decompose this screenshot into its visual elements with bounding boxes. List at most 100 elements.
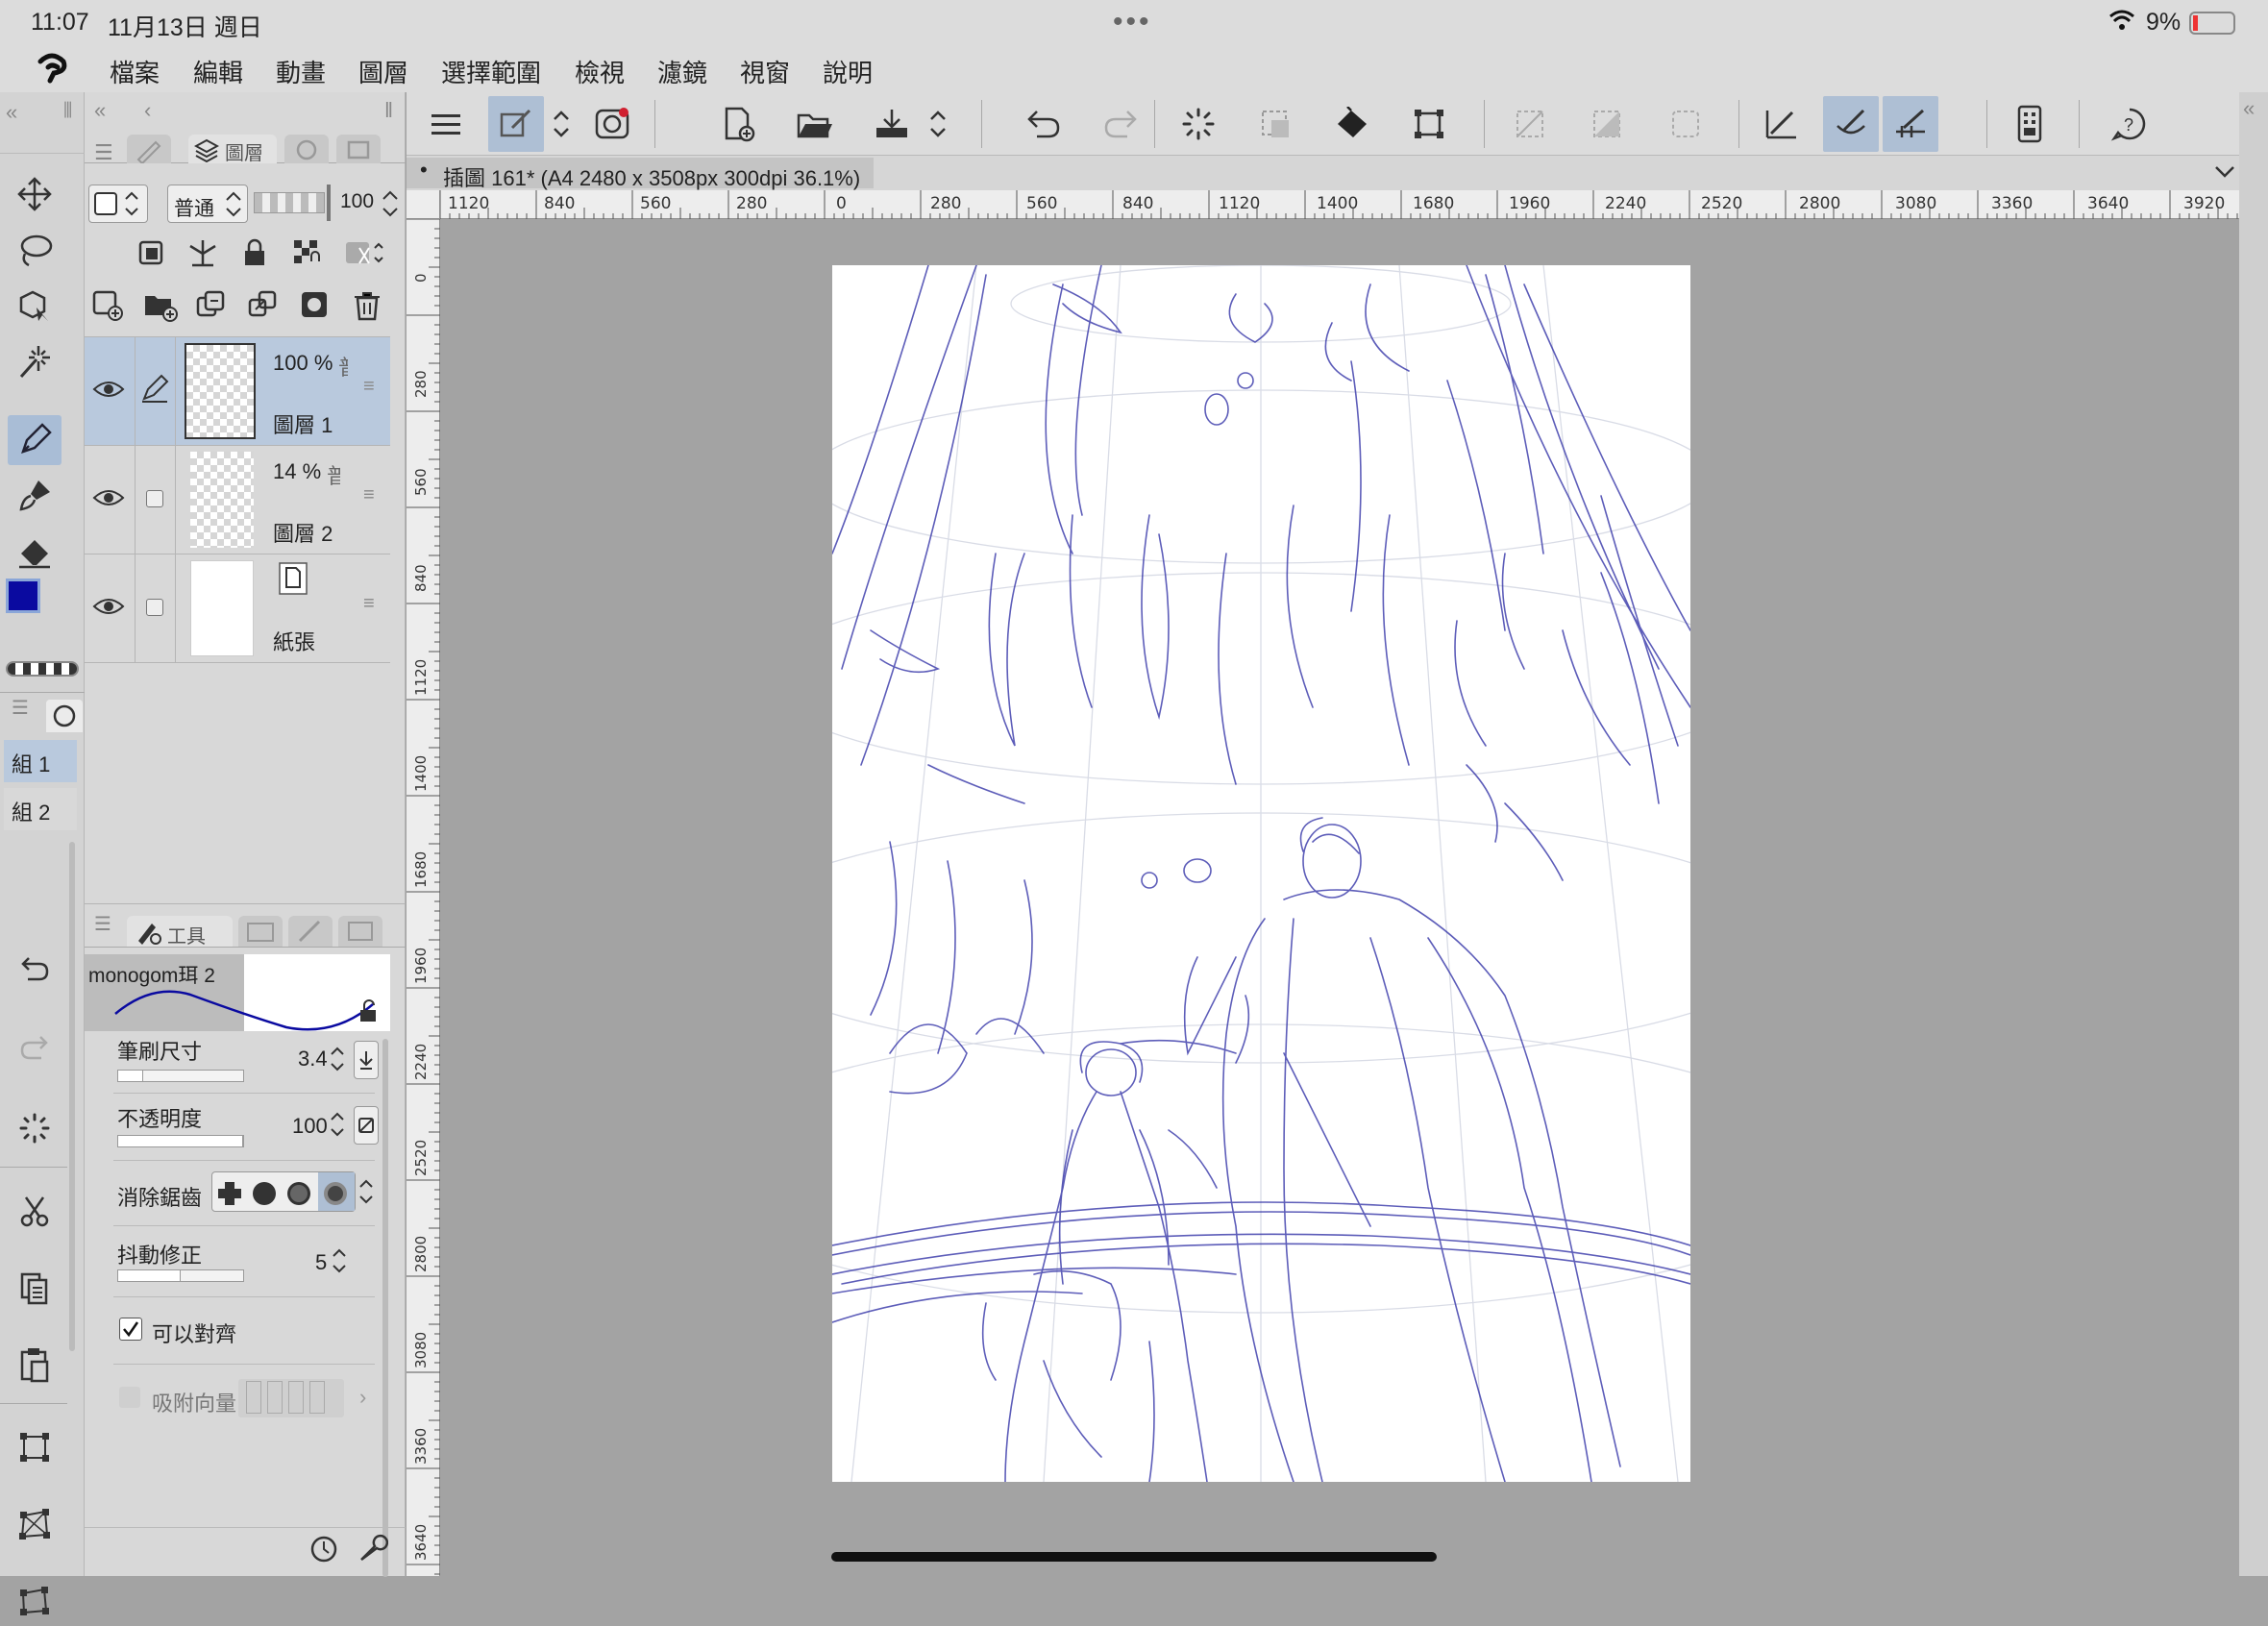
layer-mask-icon[interactable] [298, 288, 333, 323]
main-color-swatch[interactable] [6, 579, 40, 613]
menu-help[interactable]: 說明 [823, 54, 873, 89]
layer-property-tab[interactable] [127, 135, 171, 163]
multitask-dots-icon[interactable]: ••• [1113, 6, 1152, 38]
blend-mode-select[interactable]: 普通 [167, 185, 248, 223]
help-icon[interactable]: ? [2102, 96, 2157, 152]
group-item-1[interactable]: 組 1 [4, 740, 77, 782]
expand-selection-icon[interactable] [1658, 96, 1713, 152]
navigator-tab[interactable] [46, 700, 83, 732]
fill-icon[interactable] [1324, 96, 1380, 152]
lock-transparent-icon[interactable] [290, 236, 323, 269]
layer-row[interactable]: 14 % 普 圖層 2 ≡ [85, 446, 390, 554]
expand-right-icon[interactable]: « [2243, 96, 2255, 121]
edit-target-checkbox[interactable] [146, 490, 163, 507]
panel-grip-right-icon[interactable]: ‖ [384, 98, 393, 123]
clear-selection-icon[interactable] [1247, 96, 1303, 152]
lasso-icon[interactable] [8, 225, 62, 275]
properties-scrollbar[interactable] [382, 1039, 388, 1577]
menu-animation[interactable]: 動畫 [276, 54, 326, 89]
history-tab[interactable] [284, 135, 329, 163]
unlock-icon[interactable] [357, 998, 379, 1023]
tool-panel-menu-icon[interactable]: ☰ [94, 912, 111, 936]
new-raster-layer-icon[interactable] [90, 288, 125, 323]
eraser-icon[interactable] [8, 527, 62, 577]
home-indicator[interactable] [831, 1552, 1437, 1562]
menu-file[interactable]: 檔案 [110, 54, 160, 89]
layer-row[interactable]: 紙張 ≡ [85, 554, 390, 663]
antialias-medium-icon[interactable] [285, 1180, 312, 1207]
edge-keyboard-icon[interactable] [2002, 96, 2058, 152]
group-item-2[interactable]: 組 2 [4, 788, 77, 830]
reset-tool-icon[interactable] [308, 1533, 340, 1565]
save-options-chevron-icon[interactable] [924, 96, 952, 152]
edit-target-checkbox[interactable] [146, 599, 163, 616]
companion-mode-icon[interactable] [584, 96, 640, 152]
stabilization-slider[interactable] [117, 1269, 244, 1282]
cut-icon[interactable] [8, 1186, 62, 1236]
delete-layer-icon[interactable] [350, 288, 384, 323]
brush-size-popup-button[interactable] [354, 1041, 379, 1079]
menu-view[interactable]: 檢視 [575, 54, 625, 89]
panel-grip-icon[interactable]: ⫴ [63, 98, 72, 123]
move-icon[interactable] [8, 169, 62, 219]
duplicate-layer-icon[interactable] [194, 288, 229, 323]
opacity-popup-button[interactable] [354, 1106, 379, 1145]
scrollbar[interactable] [69, 842, 75, 1351]
merge-layer-icon[interactable] [246, 288, 281, 323]
new-file-icon[interactable] [710, 96, 766, 152]
loading-side-icon[interactable] [8, 1103, 62, 1153]
snap-special-ruler-icon[interactable] [1823, 96, 1879, 152]
brush-size-slider[interactable] [117, 1070, 244, 1082]
scale-rotate-icon[interactable] [8, 1422, 62, 1472]
opacity-stepper-icon[interactable] [329, 1110, 346, 1139]
drag-handle-icon[interactable]: ≡ [363, 376, 375, 398]
mask-toggle-icon[interactable] [342, 236, 386, 269]
drag-handle-icon[interactable]: ≡ [363, 593, 375, 615]
material-tab[interactable] [338, 916, 382, 947]
auto-select-icon[interactable] [8, 336, 62, 386]
animation-tab[interactable] [238, 916, 283, 947]
lock-layer-icon[interactable] [238, 236, 271, 269]
tab-list-chevron-icon[interactable] [2213, 163, 2236, 181]
tool-property-tab[interactable]: 工具 [127, 916, 233, 948]
collapse-left-icon[interactable]: « [6, 100, 17, 125]
chevron-right-icon[interactable]: › [359, 1385, 366, 1410]
antialias-weak-icon[interactable] [251, 1180, 278, 1207]
menu-edit[interactable]: 編輯 [193, 54, 243, 89]
brush-tab[interactable] [288, 916, 333, 947]
visibility-eye-icon[interactable] [92, 486, 125, 509]
layer-tab[interactable]: 圖層 [188, 135, 277, 163]
invert-selection-icon[interactable] [1579, 96, 1635, 152]
menu-layer[interactable]: 圖層 [358, 54, 408, 89]
menu-selection[interactable]: 選擇範圍 [441, 54, 541, 89]
open-file-icon[interactable] [787, 96, 843, 152]
updown-chevron-icon[interactable] [547, 96, 576, 152]
antialias-none-icon[interactable] [216, 1180, 243, 1207]
opacity-slider[interactable] [117, 1135, 244, 1147]
layer-row[interactable]: 100 % 普 圖層 1 ≡ [85, 337, 390, 446]
new-folder-icon[interactable] [142, 288, 179, 323]
reference-layer-icon[interactable] [186, 236, 219, 269]
transparent-color-toggle[interactable] [6, 661, 79, 677]
panel-menu-icon[interactable]: ☰ [12, 696, 29, 720]
clip-to-layer-below-icon[interactable] [135, 236, 167, 269]
visibility-eye-icon[interactable] [92, 595, 125, 618]
sub-view-tab[interactable] [336, 135, 381, 163]
copy-icon[interactable] [8, 1263, 62, 1313]
snap-grid-icon[interactable] [1883, 96, 1938, 152]
snap-checkbox[interactable] [119, 1318, 142, 1341]
vector-magnet-checkbox[interactable] [119, 1387, 140, 1408]
pen-icon[interactable] [8, 415, 62, 465]
clip-studio-logo-icon[interactable] [33, 52, 71, 86]
deselect-icon[interactable] [1502, 96, 1558, 152]
stabilization-stepper-icon[interactable] [331, 1246, 348, 1275]
loading-spinner-icon[interactable] [1171, 96, 1226, 152]
document-tab[interactable]: • 插圖 161* (A4 2480 x 3508px 300dpi 36.1%… [407, 158, 874, 190]
menu-window[interactable]: 視窗 [740, 54, 790, 89]
collapse-arrow-icon[interactable]: ‹ [144, 98, 151, 123]
object-icon[interactable] [8, 281, 62, 331]
undo-icon[interactable] [1016, 96, 1072, 152]
brush-size-stepper-icon[interactable] [329, 1045, 346, 1073]
brush-icon[interactable] [8, 471, 62, 521]
redo-icon[interactable] [1093, 96, 1148, 152]
